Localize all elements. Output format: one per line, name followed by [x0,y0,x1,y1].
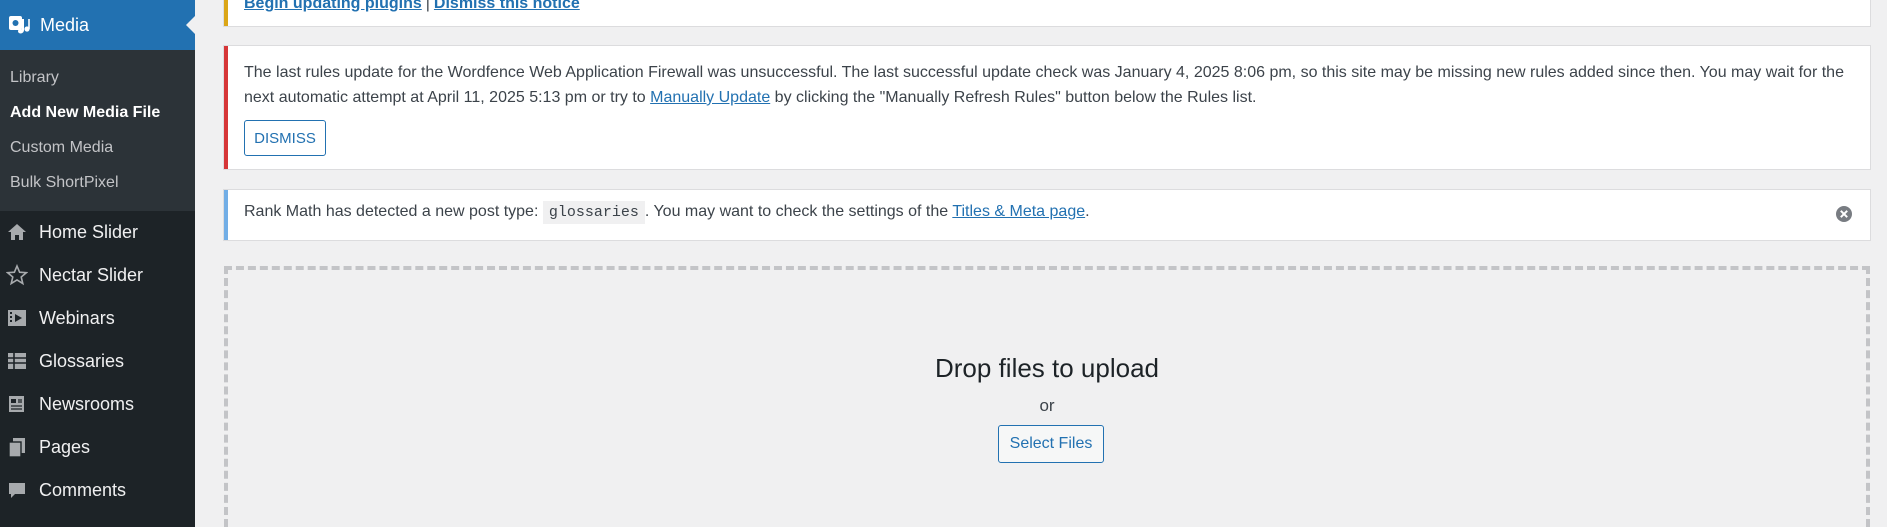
drop-or-text: or [1039,396,1055,415]
submenu-item-custom-media[interactable]: Custom Media [10,139,113,157]
rank-text-before: Rank Math has detected a new post type: [244,203,543,220]
sidebar-item-label: Glossaries [39,350,125,371]
post-type-code: glossaries [542,201,645,224]
sidebar-item-nectar-slider[interactable]: Nectar Slider [0,257,195,293]
rank-math-notice: Rank Math has detected a new post type: … [224,190,1870,240]
titles-meta-page-link[interactable]: Titles & Meta page [952,203,1085,220]
table-icon [6,350,28,372]
admin-sidebar: Media Library Add New Media File Custom … [0,0,195,527]
media-submenu: Library Add New Media File Custom Media … [0,50,195,211]
news-icon [6,393,28,415]
sidebar-item-label: Pages [39,436,91,457]
select-files-button[interactable]: Select Files [998,425,1104,463]
sidebar-item-webinars[interactable]: Webinars [0,300,195,336]
sidebar-item-newsrooms[interactable]: Newsrooms [0,386,195,422]
sidebar-item-label: Home Slider [39,221,139,242]
rank-text-middle: . You may want to check the settings of … [644,203,953,220]
manually-update-link[interactable]: Manually Update [650,89,770,106]
dismiss-notice-link[interactable]: Dismiss this notice [434,0,580,12]
sidebar-item-comments[interactable]: Comments [0,472,195,508]
video-icon [6,307,28,329]
wordfence-waf-notice: The last rules update for the Wordfence … [224,46,1870,169]
rank-math-message: Rank Math has detected a new post type: … [244,201,1090,224]
current-menu-arrow [186,16,195,34]
pages-icon [6,436,28,458]
sidebar-item-label: Webinars [39,307,115,328]
sidebar-item-home-slider[interactable]: Home Slider [0,214,195,250]
update-notice-links: Begin updating plugins | Dismiss this noti… [244,0,580,13]
link-separator: | [425,0,430,12]
sidebar-item-label: Nectar Slider [39,264,144,285]
media-icon [7,13,31,37]
waf-notice-message: The last rules update for the Wordfence … [244,60,1850,110]
rank-text-end: . [1085,203,1090,220]
upload-drop-zone[interactable]: Drop files to upload or Select Files [224,266,1870,527]
sidebar-item-media[interactable]: Media [0,0,195,50]
sidebar-item-label: Newsrooms [39,393,135,414]
sidebar-item-label: Media [40,14,90,35]
begin-updating-plugins-link[interactable]: Begin updating plugins [244,0,422,12]
waf-text-after: by clicking the "Manually Refresh Rules"… [770,89,1257,106]
star-icon [6,264,28,286]
drop-files-title: Drop files to upload [934,353,1160,383]
home-icon [6,221,28,243]
sidebar-item-glossaries[interactable]: Glossaries [0,343,195,379]
dismiss-button[interactable]: DISMISS [244,120,326,156]
comment-icon [6,479,28,501]
submenu-item-add-new-media-file[interactable]: Add New Media File [10,104,160,122]
submenu-item-library[interactable]: Library [10,69,59,87]
submenu-item-bulk-shortpixel[interactable]: Bulk ShortPixel [10,174,119,192]
sidebar-item-pages[interactable]: Pages [0,429,195,465]
plugin-update-notice: Begin updating plugins | Dismiss this noti… [224,0,1870,26]
sidebar-item-label: Comments [39,479,127,500]
close-icon[interactable] [1834,204,1854,224]
